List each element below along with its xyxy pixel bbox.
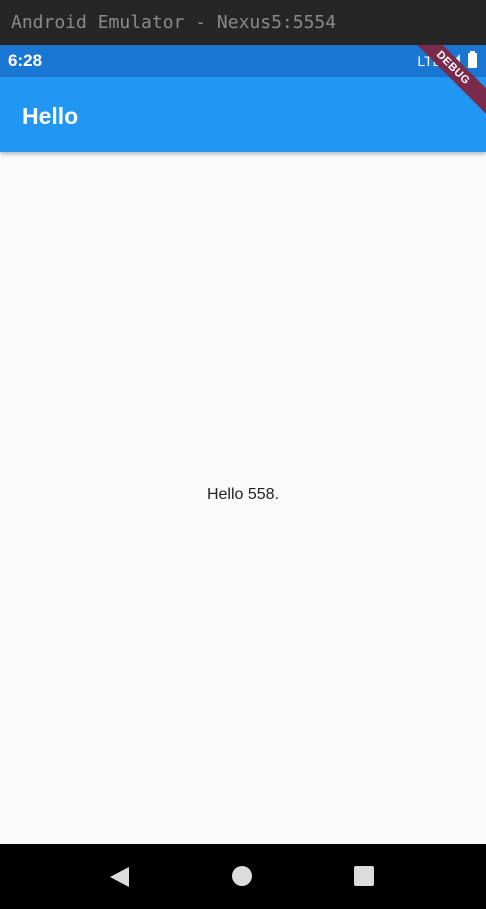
page-title: Hello xyxy=(22,103,79,129)
emulator-window-title: Android Emulator - Nexus5:5554 xyxy=(0,0,486,45)
battery-icon xyxy=(468,51,477,68)
device-screen: 6:28 LTE Hello Hello 558. DEBUG xyxy=(0,45,486,909)
main-content: Hello 558. xyxy=(0,152,486,844)
status-time: 6:28 xyxy=(8,51,43,70)
home-icon[interactable] xyxy=(232,866,252,886)
recent-apps-icon[interactable] xyxy=(354,866,374,886)
status-bar: 6:28 LTE xyxy=(0,45,486,77)
hello-message: Hello 558. xyxy=(206,486,280,503)
app-bar: Hello xyxy=(0,77,486,152)
back-icon[interactable] xyxy=(110,867,129,887)
navigation-bar xyxy=(0,844,486,909)
